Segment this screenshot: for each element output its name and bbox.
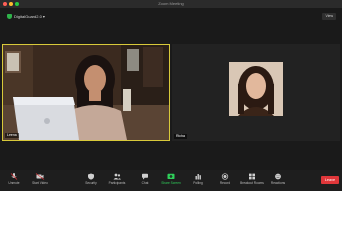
shield-icon	[88, 173, 94, 180]
meeting-toolbar: Unmute Start Video Security Participants…	[0, 170, 342, 191]
start-video-label: Start Video	[32, 181, 48, 185]
video-camera-icon	[35, 173, 45, 180]
video-tile-richa[interactable]: Richa	[172, 44, 340, 141]
participants-label: Participants	[108, 181, 126, 185]
participant-video-leena	[3, 45, 169, 140]
breakout-rooms-label: Breakout Rooms	[240, 181, 264, 185]
chat-button[interactable]: Chat	[132, 173, 158, 186]
breakout-rooms-button[interactable]: Breakout Rooms	[239, 173, 265, 186]
record-icon	[221, 173, 229, 180]
meeting-name[interactable]: DigitalGuard2.0 ▾	[14, 13, 45, 20]
security-label: Security	[85, 181, 97, 185]
unmute-button[interactable]: Unmute	[1, 173, 27, 186]
security-button[interactable]: Security	[78, 173, 104, 186]
microphone-icon	[10, 173, 18, 180]
participant-name-tag: Leena	[5, 133, 19, 138]
breakout-rooms-icon	[249, 173, 255, 180]
smiley-icon	[275, 173, 281, 180]
start-video-button[interactable]: Start Video	[27, 173, 53, 186]
people-icon	[113, 173, 121, 180]
share-screen-icon	[167, 173, 175, 179]
chat-icon	[142, 173, 148, 180]
video-tile-leena[interactable]: Leena	[2, 44, 170, 141]
chat-label: Chat	[141, 181, 149, 185]
encryption-shield-icon[interactable]	[7, 14, 12, 19]
unmute-label: Unmute	[8, 181, 20, 185]
zoom-window: Zoom Meeting DigitalGuard2.0 ▾ View Leen…	[0, 0, 342, 191]
polling-label: Polling	[193, 181, 203, 185]
share-screen-label: Share Screen	[161, 181, 181, 185]
reactions-button[interactable]: Reactions	[265, 173, 291, 186]
polling-button[interactable]: Polling	[185, 173, 211, 186]
reactions-label: Reactions	[270, 181, 286, 185]
view-button[interactable]: View	[322, 13, 336, 20]
window-title: Zoom Meeting	[158, 1, 184, 6]
bar-chart-icon	[195, 174, 201, 180]
record-button[interactable]: Record	[212, 173, 238, 186]
participant-name-tag: Richa	[174, 134, 187, 139]
title-bar: Zoom Meeting	[0, 0, 342, 8]
participants-button[interactable]: Participants	[104, 173, 130, 186]
record-label: Record	[219, 181, 231, 185]
leave-button[interactable]: Leave	[321, 176, 339, 184]
share-screen-button[interactable]: Share Screen	[158, 173, 184, 186]
participant-avatar-richa	[172, 44, 340, 141]
meeting-info-row: DigitalGuard2.0 ▾ View	[0, 12, 342, 22]
